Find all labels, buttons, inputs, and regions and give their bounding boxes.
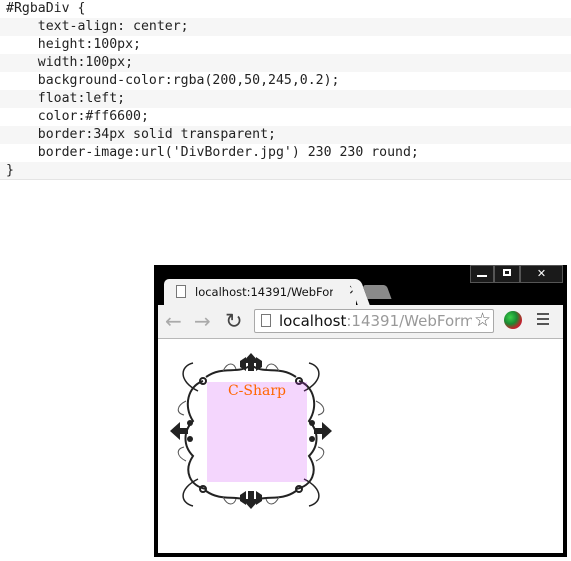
code-line: text-align: center; — [0, 18, 571, 36]
bookmark-star-icon[interactable]: ☆ — [471, 310, 491, 331]
reload-icon[interactable]: ↻ — [225, 308, 243, 334]
page-icon — [176, 285, 186, 298]
browser-toolbar: ← → ↻ localhost:14391/WebForm1 ☆ — [158, 305, 563, 339]
url-text: localhost:14391/WebForm1 — [279, 312, 485, 330]
close-icon: ✕ — [536, 267, 547, 280]
maximize-button[interactable] — [494, 265, 520, 283]
page-icon — [261, 314, 271, 327]
code-line: border-image:url('DivBorder.jpg') 230 23… — [6, 145, 419, 160]
extension-icon[interactable] — [504, 311, 522, 329]
rgba-div: C-Sharp — [207, 382, 307, 482]
back-arrow-icon[interactable]: ← — [165, 308, 182, 334]
code-line: height:100px; — [6, 37, 141, 52]
address-bar[interactable]: localhost:14391/WebForm1 ☆ — [254, 309, 494, 333]
forward-arrow-icon[interactable]: → — [194, 308, 211, 334]
browser-tab[interactable]: localhost:14391/WebForm1 × — [164, 279, 360, 305]
code-line: } — [0, 162, 571, 180]
new-tab-button[interactable] — [362, 285, 392, 299]
tab-title: localhost:14391/WebForm1 — [195, 285, 333, 299]
ornate-border-image: C-Sharp — [168, 351, 334, 511]
maximize-icon — [503, 269, 511, 276]
code-line: #RgbaDiv { — [6, 1, 86, 16]
code-block: #RgbaDiv { text-align: center; height:10… — [0, 0, 571, 180]
close-window-button[interactable]: ✕ — [520, 265, 563, 283]
tab-close-button[interactable]: × — [348, 282, 360, 298]
browser-window: ✕ localhost:14391/WebForm1 × ← → ↻ local… — [154, 265, 567, 557]
code-line: border:34px solid transparent; — [0, 126, 571, 144]
code-line: width:100px; — [0, 54, 571, 72]
menu-icon[interactable] — [537, 313, 549, 328]
code-line: background-color:rgba(200,50,245,0.2); — [6, 73, 340, 88]
minimize-icon — [477, 275, 487, 277]
code-line: float:left; — [0, 90, 571, 108]
minimize-button[interactable] — [470, 265, 494, 283]
page-content: C-Sharp — [158, 339, 563, 553]
code-line: color:#ff6600; — [6, 109, 149, 124]
